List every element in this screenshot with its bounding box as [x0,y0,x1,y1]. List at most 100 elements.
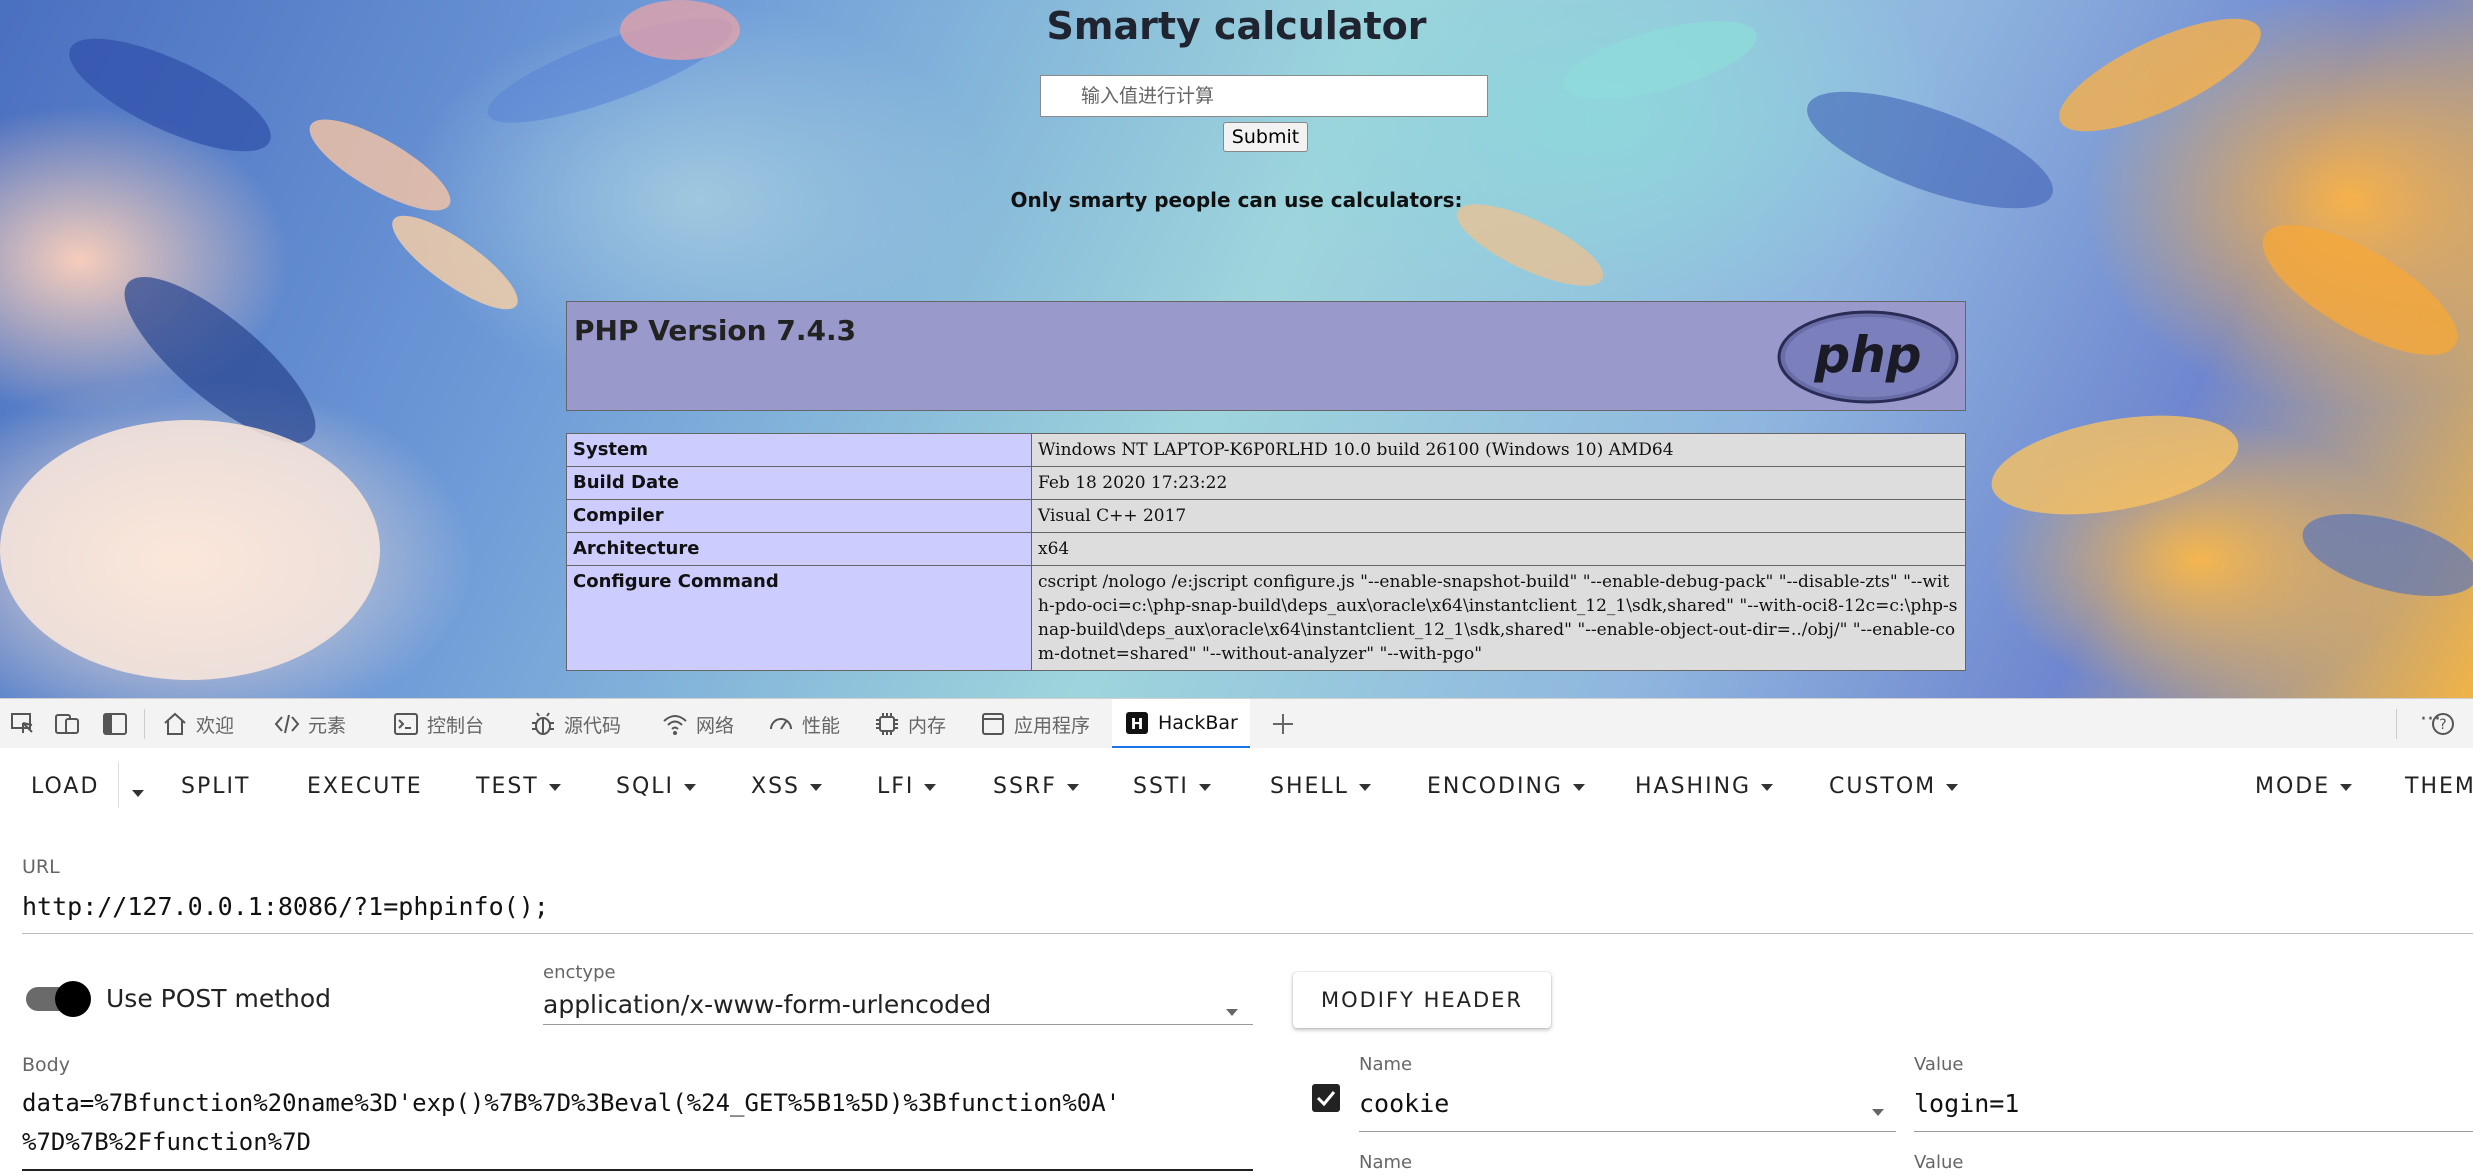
chevron-down-icon [810,783,823,791]
tab-label: 源代码 [564,714,622,737]
body-field-line2[interactable]: %7D%7B%2Ffunction%7D [22,1128,311,1156]
header-name-label: Name [1359,1152,1413,1173]
post-method-label: Use POST method [106,984,332,1013]
tab-label: 网络 [696,714,735,737]
tab-network[interactable]: 网络 [662,699,734,749]
url-field-underline [22,933,2473,934]
post-method-toggle-knob[interactable] [55,981,91,1017]
enctype-label: enctype [543,962,616,983]
header-name-dropdown-icon[interactable] [1872,1102,1884,1121]
tab-console[interactable]: 控制台 [393,699,484,749]
tab-hackbar[interactable]: H HackBar [1112,699,1250,749]
body-field-underline [22,1169,1253,1171]
execute-button[interactable]: EXECUTE [307,774,423,799]
load-dropdown-icon[interactable] [132,783,144,802]
enctype-select[interactable]: application/x-www-form-urlencoded [543,990,991,1019]
webpage-viewport: Smarty calculator Submit Only smarty peo… [0,0,2473,698]
gauge-icon [770,718,792,730]
table-value: cscript /nologo /e:jscript configure.js … [1031,565,1966,671]
table-key: Compiler [566,499,1032,533]
ssrf-menu[interactable]: SSRF [993,774,1079,799]
tab-performance[interactable]: 性能 [768,699,840,749]
encoding-menu-label: ENCODING [1427,774,1563,799]
enctype-underline [543,1024,1253,1025]
url-field[interactable]: http://127.0.0.1:8086/?1=phpinfo(); [22,892,549,921]
chevron-down-icon [1572,783,1585,791]
sqli-menu[interactable]: SQLI [616,774,697,799]
table-key: System [566,433,1032,467]
split-button[interactable]: SPLIT [181,774,250,799]
encoding-menu[interactable]: ENCODING [1427,774,1585,799]
bug-icon [532,712,554,735]
tab-sources[interactable]: 源代码 [530,699,621,749]
home-icon [164,712,186,735]
lfi-menu-label: LFI [877,774,915,799]
table-key: Build Date [566,466,1032,500]
mode-menu[interactable]: MODE [2255,774,2353,799]
xss-menu[interactable]: XSS [751,774,823,799]
lfi-menu[interactable]: LFI [877,774,937,799]
tagline-text: Only smarty people can use calculators: [1010,188,1463,212]
header-name-label: Name [1359,1054,1413,1075]
checkmark-icon [1316,1091,1336,1107]
tab-label: 控制台 [427,714,485,737]
custom-menu[interactable]: CUSTOM [1829,774,1959,799]
phpinfo-header: PHP Version 7.4.3 php [566,301,1966,411]
application-icon [982,713,1004,735]
wifi-icon [663,715,687,735]
table-row: System Windows NT LAPTOP-K6P0RLHD 10.0 b… [566,433,1966,467]
tab-elements[interactable]: 元素 [274,699,346,749]
dock-side-icon[interactable] [102,711,128,737]
theme-menu[interactable]: THEM [2405,774,2473,799]
enctype-dropdown-icon[interactable] [1226,1002,1238,1021]
php-version-heading: PHP Version 7.4.3 [574,314,857,347]
help-icon[interactable]: ? [2430,711,2456,737]
tab-memory[interactable]: 内存 [874,699,946,749]
add-tab-icon[interactable] [1270,711,1296,737]
table-value: Windows NT LAPTOP-K6P0RLHD 10.0 build 26… [1031,433,1966,467]
shell-menu[interactable]: SHELL [1270,774,1371,799]
tab-label: 应用程序 [1014,714,1091,737]
test-menu-label: TEST [476,774,539,799]
tab-label: 性能 [802,714,841,737]
test-menu[interactable]: TEST [476,774,561,799]
header-name-field[interactable]: cookie [1359,1089,1449,1118]
svg-text:?: ? [2439,717,2446,733]
table-row: Build Date Feb 18 2020 17:23:22 [566,466,1966,500]
phpinfo-table: System Windows NT LAPTOP-K6P0RLHD 10.0 b… [566,433,1966,671]
body-field-line1[interactable]: data=%7Bfunction%20name%3D'exp()%7B%7D%3… [22,1089,1120,1117]
device-emulation-icon[interactable] [54,711,80,737]
table-key: Architecture [566,532,1032,566]
body-label: Body [22,1054,70,1076]
chevron-down-icon [684,783,697,791]
url-label: URL [22,856,60,878]
xss-menu-label: XSS [751,774,801,799]
code-icon [274,714,300,734]
header-value-field[interactable]: login=1 [1914,1089,2019,1118]
calculator-input[interactable] [1040,75,1488,117]
header-enabled-checkbox[interactable] [1312,1084,1340,1112]
table-value: Visual C++ 2017 [1031,499,1966,533]
page-title: Smarty calculator [1046,4,1427,48]
tab-welcome[interactable]: 欢迎 [162,699,234,749]
inspect-element-icon[interactable] [10,711,36,737]
console-icon [394,713,418,735]
hashing-menu[interactable]: HASHING [1635,774,1774,799]
svg-text:H: H [1131,715,1144,733]
submit-button[interactable]: Submit [1223,122,1308,152]
devtools-tab-bar: 欢迎 元素 控制台 源代码 网络 性能 内存 应用程序 H HackBar ··… [0,698,2473,750]
table-key: Configure Command [566,565,1032,671]
tab-application[interactable]: 应用程序 [980,699,1090,749]
chevron-down-icon [1946,783,1959,791]
ssti-menu[interactable]: SSTI [1133,774,1211,799]
sqli-menu-label: SQLI [616,774,675,799]
hashing-menu-label: HASHING [1635,774,1752,799]
modify-header-button[interactable]: MODIFY HEADER [1293,972,1551,1028]
table-value: Feb 18 2020 17:23:22 [1031,466,1966,500]
chevron-down-icon [548,783,561,791]
hackbar-panel: LOAD SPLIT EXECUTE TEST SQLI XSS LFI SSR… [0,748,2473,1175]
load-button[interactable]: LOAD [31,774,99,799]
chevron-down-icon [2340,783,2353,791]
tab-label: 欢迎 [196,714,235,737]
shell-menu-label: SHELL [1270,774,1349,799]
